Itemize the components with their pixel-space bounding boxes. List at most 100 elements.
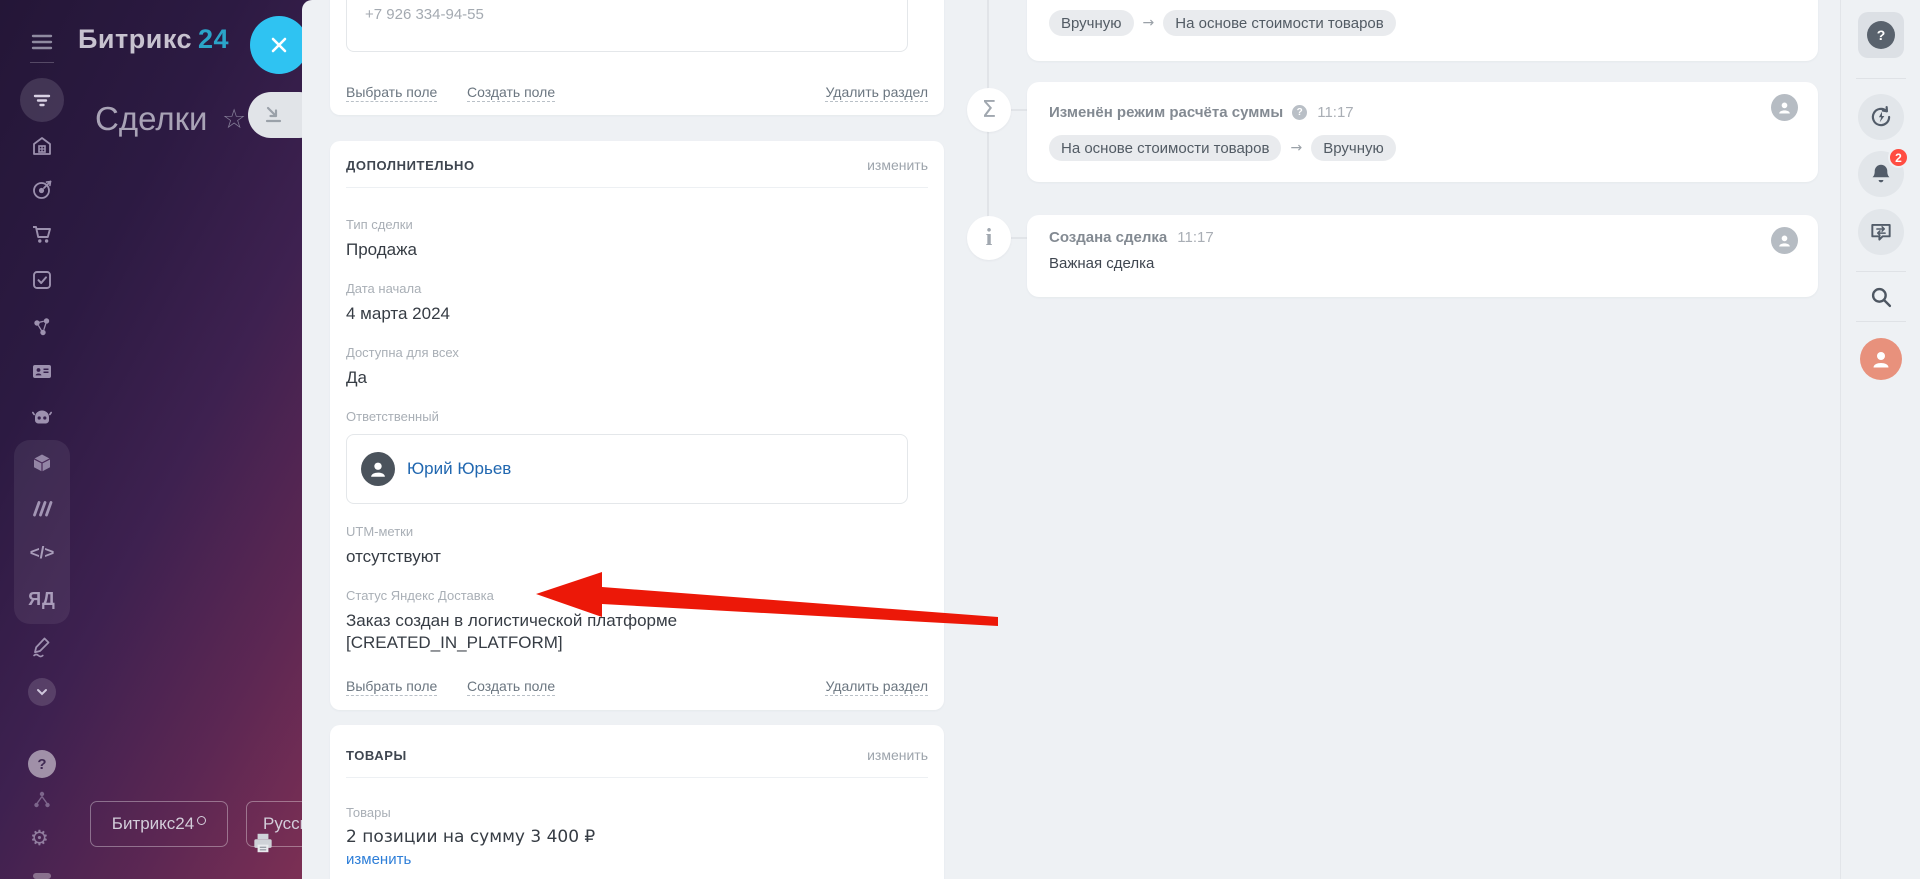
- field-yandex-delivery-status: Статус Яндекс Доставка Заказ создан в ло…: [346, 588, 678, 652]
- toolbar-divider: [1856, 78, 1906, 79]
- old-value-chip: На основе стоимости товаров: [1049, 135, 1282, 161]
- timeline-entry[interactable]: Вручную → На основе стоимости товаров: [1027, 0, 1818, 61]
- sum-mode-event-icon: Σ: [967, 88, 1011, 132]
- question-icon: ?: [1867, 21, 1895, 49]
- responsible-user-name[interactable]: Юрий Юрьев: [407, 459, 511, 479]
- person-icon: [371, 462, 385, 477]
- copilot-update-button[interactable]: [1858, 94, 1904, 140]
- phone-value: +7 926 334-94-55: [365, 6, 484, 23]
- field-deal-type: Тип сделки Продажа: [346, 217, 417, 259]
- timeline-entry-body: Важная сделка: [1049, 255, 1155, 272]
- sidebar: Битрикс 24 Сделки ☆ </> ЯД ? ⚙ Битрикс24…: [0, 0, 364, 879]
- timeline-entry[interactable]: Изменён режим расчёта суммы ? 11:17 На о…: [1027, 82, 1818, 182]
- timeline-entry-title: Изменён режим расчёта суммы: [1049, 104, 1284, 121]
- partial-bottom-icon: [33, 873, 51, 879]
- close-slider-button[interactable]: [250, 16, 308, 74]
- screen: Битрикс 24 Сделки ☆ </> ЯД ? ⚙ Битрикс24…: [0, 0, 1920, 879]
- person-icon: [1873, 352, 1889, 368]
- sidebar-divider: [30, 62, 54, 63]
- author-avatar: [1771, 94, 1798, 121]
- section-edit-link[interactable]: изменить: [867, 747, 928, 763]
- delete-section-link[interactable]: Удалить раздел: [825, 84, 928, 102]
- logo-number: 24: [198, 24, 230, 54]
- author-avatar: [1771, 227, 1798, 254]
- help-badge-icon[interactable]: ?: [1292, 105, 1308, 120]
- contact-card-icon[interactable]: [30, 359, 54, 383]
- chat-arrows-icon: [1871, 223, 1891, 241]
- field-utm: UTM-метки отсутствуют: [346, 524, 441, 566]
- target-icon[interactable]: [30, 178, 54, 202]
- phone-field[interactable]: +7 926 334-94-55: [346, 0, 908, 52]
- new-value-chip: На основе стоимости товаров: [1163, 10, 1396, 36]
- chevron-down-icon: [37, 689, 47, 696]
- sidebar-item-crm-active[interactable]: [20, 78, 64, 122]
- divider: [346, 777, 928, 778]
- notifications-button[interactable]: 2: [1858, 147, 1909, 197]
- share-nodes-icon[interactable]: [30, 788, 54, 812]
- notification-badge: 2: [1888, 147, 1909, 168]
- search-button[interactable]: [1868, 284, 1894, 310]
- bitrix24-footer-label: Битрикс24: [111, 814, 195, 833]
- funnel-icon: [33, 94, 51, 107]
- bitrix24-footer-button[interactable]: Битрикс24: [90, 801, 228, 847]
- delete-section-link[interactable]: Удалить раздел: [825, 678, 928, 696]
- hamburger-menu-icon[interactable]: [30, 30, 54, 54]
- close-icon: [271, 37, 287, 53]
- collapse-corner-icon: [265, 106, 282, 123]
- robot-icon[interactable]: [30, 405, 54, 429]
- timeline-entry-time: 11:17: [1317, 104, 1354, 121]
- sync-bolt-icon: [1871, 105, 1891, 127]
- person-icon: [1779, 102, 1790, 114]
- sidebar-help-button[interactable]: ?: [28, 750, 56, 778]
- section-edit-link[interactable]: изменить: [867, 157, 928, 173]
- signature-pencil-icon[interactable]: [30, 635, 54, 659]
- help-button[interactable]: ?: [1858, 12, 1904, 58]
- toolbar-divider: [1856, 321, 1906, 322]
- select-field-link[interactable]: Выбрать поле: [346, 678, 438, 696]
- store-home-icon[interactable]: [30, 134, 54, 158]
- cube-icon[interactable]: [30, 451, 54, 475]
- toolbar-border: [1840, 0, 1841, 879]
- clock-icon: [197, 815, 207, 825]
- messenger-button[interactable]: [1858, 209, 1904, 255]
- code-app-icon[interactable]: </>: [14, 543, 70, 563]
- divider: [346, 187, 928, 188]
- favorite-star-icon[interactable]: ☆: [222, 104, 246, 135]
- collapse-menu-button[interactable]: [28, 678, 56, 706]
- question-mark: ?: [37, 755, 47, 773]
- field-available-for-all: Доступна для всех Да: [346, 345, 459, 387]
- select-field-link[interactable]: Выбрать поле: [346, 84, 438, 102]
- timeline-entry-time: 11:17: [1177, 229, 1214, 246]
- create-field-link[interactable]: Создать поле: [467, 84, 556, 102]
- products-edit-link[interactable]: изменить: [346, 851, 928, 868]
- contact-section-card: +7 926 334-94-55 Выбрать поле Создать по…: [330, 0, 944, 115]
- avatar: [361, 452, 395, 486]
- tasks-checkbox-icon[interactable]: [30, 268, 54, 292]
- field-products: Товары 2 позиции на сумму 3 400 ₽ измени…: [346, 804, 928, 868]
- section-title: ТОВАРЫ: [346, 747, 407, 763]
- bitrix-logo: Битрикс 24: [78, 24, 229, 55]
- yandex-delivery-icon[interactable]: ЯД: [14, 589, 70, 610]
- arrow-right-icon: →: [1142, 15, 1155, 31]
- m-logo-icon[interactable]: [30, 497, 54, 521]
- products-section-card: ТОВАРЫ изменить Товары 2 позиции на сумм…: [330, 725, 944, 879]
- deal-slider-panel: +7 926 334-94-55 Выбрать поле Создать по…: [302, 0, 1920, 879]
- field-start-date: Дата начала 4 марта 2024: [346, 281, 450, 323]
- old-value-chip: Вручную: [1049, 10, 1134, 36]
- create-field-link[interactable]: Создать поле: [467, 678, 556, 696]
- person-icon: [1779, 235, 1790, 247]
- timeline-entry[interactable]: Создана сделка 11:17 Важная сделка: [1027, 215, 1818, 297]
- timeline-entry-title: Создана сделка: [1049, 229, 1168, 246]
- network-nodes-icon[interactable]: [30, 315, 54, 339]
- page-title: Сделки: [95, 100, 208, 137]
- gear-icon[interactable]: ⚙: [30, 826, 49, 850]
- logo-brand: Битрикс: [78, 24, 192, 54]
- field-responsible: Ответственный Юрий Юрьев: [346, 408, 928, 504]
- section-title: ДОПОЛНИТЕЛЬНО: [346, 157, 475, 173]
- cart-icon[interactable]: [30, 222, 54, 246]
- profile-avatar[interactable]: [1860, 338, 1902, 380]
- info-event-icon: i: [967, 216, 1011, 260]
- responsible-user-box[interactable]: Юрий Юрьев: [346, 434, 908, 504]
- additional-section-card: ДОПОЛНИТЕЛЬНО изменить Тип сделки Продаж…: [330, 141, 944, 710]
- printer-icon[interactable]: [250, 830, 276, 856]
